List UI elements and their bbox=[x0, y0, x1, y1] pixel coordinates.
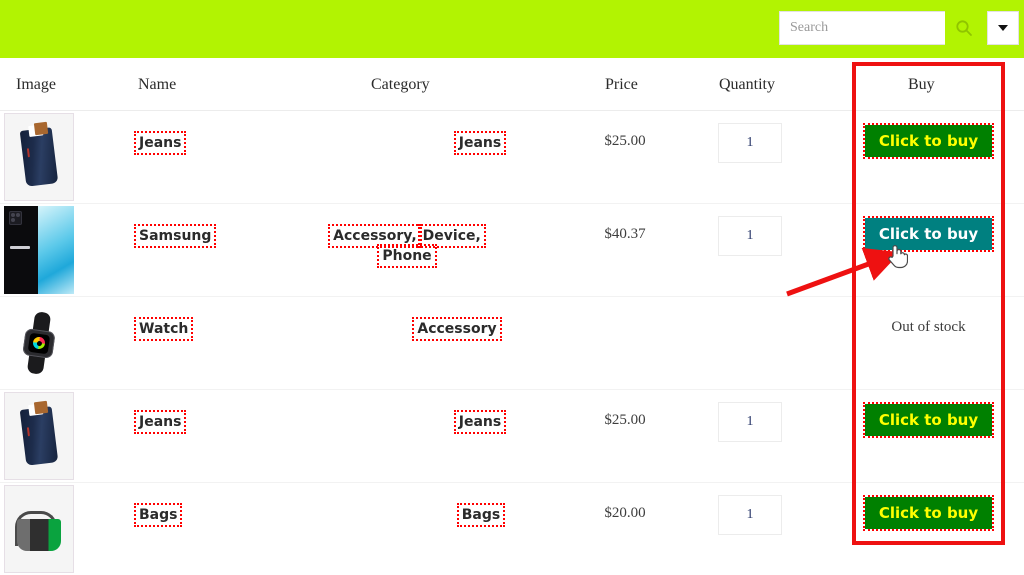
products-table: Image Name Category Price Quantity Buy J… bbox=[0, 58, 1024, 575]
category-tag: Accessory, bbox=[328, 224, 422, 248]
column-header-price: Price bbox=[605, 76, 638, 93]
table-row: Jeans Jeans $25.00 Click to buy bbox=[0, 111, 1024, 204]
buy-cell: Click to buy bbox=[852, 123, 1005, 159]
product-name: Jeans bbox=[133, 131, 187, 155]
quantity-input[interactable] bbox=[718, 123, 782, 163]
quantity-cell bbox=[718, 402, 782, 442]
buy-cell: Click to buy bbox=[852, 216, 1005, 252]
click-to-buy-button[interactable]: Click to buy bbox=[862, 216, 995, 252]
table-row: Bags Bags $20.00 Click to buy bbox=[0, 483, 1024, 575]
product-price: $20.00 bbox=[604, 505, 646, 521]
category-tag: Bags bbox=[456, 503, 506, 527]
product-name: Samsung bbox=[133, 224, 217, 248]
jeans-thumbnail bbox=[4, 392, 74, 480]
buy-cell: Out of stock bbox=[852, 311, 1005, 336]
product-category-cell: Bags bbox=[381, 503, 581, 527]
buy-cell: Click to buy bbox=[852, 402, 1005, 438]
category-tag: Device, bbox=[417, 224, 486, 248]
product-name: Jeans bbox=[133, 410, 187, 434]
product-name: Bags bbox=[133, 503, 183, 527]
column-header-quantity: Quantity bbox=[719, 76, 775, 93]
watch-thumbnail bbox=[4, 299, 74, 387]
product-price: $25.00 bbox=[604, 133, 646, 149]
out-of-stock-label: Out of stock bbox=[891, 319, 966, 335]
product-image-cell bbox=[4, 392, 74, 480]
click-to-buy-button[interactable]: Click to buy bbox=[862, 402, 995, 438]
product-name-cell: Samsung bbox=[133, 224, 217, 248]
samsung-phone-thumbnail bbox=[4, 206, 74, 294]
quantity-input[interactable] bbox=[718, 216, 782, 256]
product-name-cell: Bags bbox=[133, 503, 183, 527]
search-dropdown-button[interactable] bbox=[987, 11, 1019, 45]
table-row: Jeans Jeans $25.00 Click to buy bbox=[0, 390, 1024, 483]
quantity-cell bbox=[718, 216, 782, 256]
product-category-cell: Jeans bbox=[380, 410, 580, 434]
column-header-buy: Buy bbox=[908, 76, 935, 93]
table-row: Watch Accessory Out of stock bbox=[0, 297, 1024, 390]
quantity-cell bbox=[718, 123, 782, 163]
product-category-cell: Jeans bbox=[380, 131, 580, 155]
click-to-buy-button[interactable]: Click to buy bbox=[862, 123, 995, 159]
top-green-bar bbox=[0, 0, 1024, 58]
search-icon bbox=[955, 19, 973, 37]
product-name-cell: Jeans bbox=[133, 410, 187, 434]
product-category-cell: Accessory, Device,Phone bbox=[307, 224, 507, 268]
product-name-cell: Jeans bbox=[133, 131, 187, 155]
column-header-category: Category bbox=[371, 76, 430, 93]
table-header-row: Image Name Category Price Quantity Buy bbox=[0, 58, 1024, 111]
category-tag: Jeans bbox=[453, 410, 507, 434]
search-button[interactable] bbox=[945, 11, 983, 45]
bag-thumbnail bbox=[4, 485, 74, 573]
product-image-cell bbox=[4, 113, 74, 201]
jeans-thumbnail bbox=[4, 113, 74, 201]
product-image-cell bbox=[4, 485, 74, 573]
search-bar bbox=[779, 11, 1019, 45]
category-tag: Jeans bbox=[453, 131, 507, 155]
product-image-cell bbox=[4, 206, 74, 294]
buy-cell: Click to buy bbox=[852, 495, 1005, 531]
table-row: Samsung Accessory,Device,Phone $40.37 Cl… bbox=[0, 204, 1024, 297]
product-name-cell: Watch bbox=[133, 317, 194, 341]
category-tag: Accessory bbox=[412, 317, 502, 341]
search-input[interactable] bbox=[779, 11, 945, 45]
click-to-buy-button[interactable]: Click to buy bbox=[862, 495, 995, 531]
column-header-image: Image bbox=[16, 76, 56, 93]
product-category-cell: Accessory bbox=[357, 317, 557, 341]
chevron-down-icon bbox=[998, 25, 1008, 31]
column-header-name: Name bbox=[138, 76, 177, 93]
product-price: $40.37 bbox=[604, 226, 646, 242]
product-image-cell bbox=[4, 299, 74, 387]
category-tag: Phone bbox=[377, 244, 437, 268]
quantity-input[interactable] bbox=[718, 402, 782, 442]
product-price: $25.00 bbox=[604, 412, 646, 428]
quantity-input[interactable] bbox=[718, 495, 782, 535]
quantity-cell bbox=[718, 495, 782, 535]
product-name: Watch bbox=[133, 317, 194, 341]
